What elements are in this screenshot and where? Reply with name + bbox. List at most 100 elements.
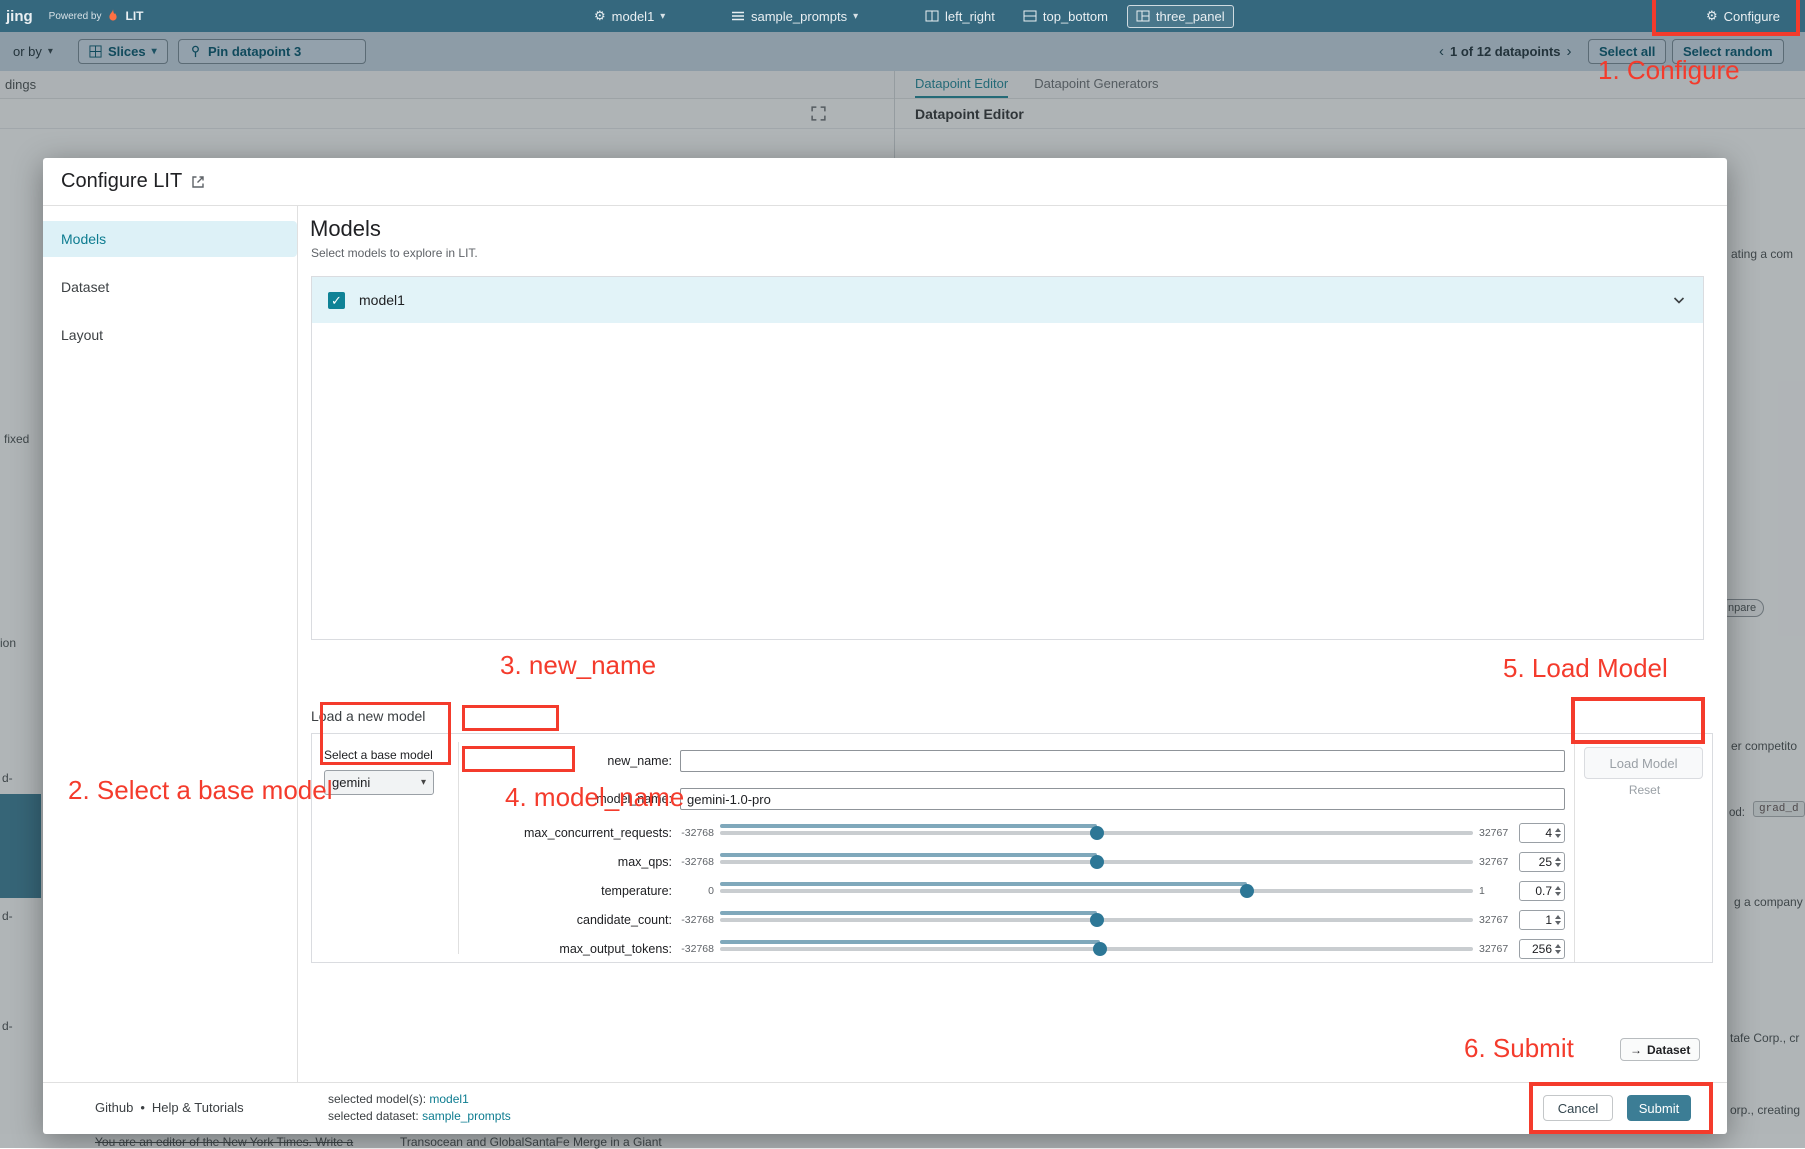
slider-thumb[interactable] xyxy=(1090,855,1104,869)
app-title-fragment: jing xyxy=(6,8,33,25)
slider-thumb[interactable] xyxy=(1090,913,1104,927)
chevron-down-icon[interactable] xyxy=(1671,292,1687,308)
slider-thumb[interactable] xyxy=(1240,884,1254,898)
nav-item-layout[interactable]: Layout xyxy=(43,317,297,353)
slider-max-label: 32767 xyxy=(1479,856,1513,868)
model-name-input[interactable] xyxy=(680,788,1565,810)
max-output-tokens-stepper[interactable]: 256 xyxy=(1519,939,1565,959)
chevron-down-icon: ▾ xyxy=(660,11,665,22)
slider-fill xyxy=(720,940,1100,944)
base-model-label: Select a base model xyxy=(324,748,454,762)
configure-button[interactable]: ⚙ Configure xyxy=(1697,4,1789,28)
layout-tab-label: left_right xyxy=(945,9,995,24)
temperature-slider[interactable] xyxy=(720,882,1473,900)
form-divider xyxy=(458,742,459,954)
dialog-title: Configure LIT xyxy=(61,170,182,193)
stepper-value: 4 xyxy=(1545,826,1552,840)
reset-button[interactable]: Reset xyxy=(1575,783,1714,797)
slider-thumb[interactable] xyxy=(1093,942,1107,956)
base-model-value: gemini xyxy=(332,775,370,790)
max-concurrent-requests-slider[interactable] xyxy=(720,824,1473,842)
annotation-label-4: 4. model_name xyxy=(505,782,684,813)
slider-fill xyxy=(720,853,1097,857)
dialog-header: Configure LIT xyxy=(43,158,1727,206)
slider-max-label: 32767 xyxy=(1479,914,1513,926)
layout-top-bottom-icon xyxy=(1023,9,1037,23)
model-selector[interactable]: ⚙ model1 ▾ xyxy=(585,4,674,28)
candidate-count-label: candidate_count: xyxy=(467,913,672,927)
cancel-button[interactable]: Cancel xyxy=(1543,1095,1613,1121)
layout-tab-three-panel[interactable]: three_panel xyxy=(1127,5,1234,28)
load-model-form: Select a base model gemini ▾ new_name: m… xyxy=(311,733,1713,963)
chevron-down-icon: ▾ xyxy=(853,11,858,22)
form-row-temperature: temperature: 0 1 0.7 xyxy=(467,876,1565,905)
lit-label: LIT xyxy=(125,9,143,23)
open-in-new-icon[interactable] xyxy=(190,174,206,190)
stepper-arrows-icon[interactable] xyxy=(1555,886,1561,896)
slider-thumb[interactable] xyxy=(1090,826,1104,840)
slider-min-label: -32768 xyxy=(680,827,714,839)
dataset-selector[interactable]: sample_prompts ▾ xyxy=(722,5,867,28)
max-qps-stepper[interactable]: 25 xyxy=(1519,852,1565,872)
prev-datapoint-button[interactable]: ‹ xyxy=(1437,43,1446,60)
app-branding: jing Powered by LIT xyxy=(6,0,143,32)
candidate-count-stepper[interactable]: 1 xyxy=(1519,910,1565,930)
help-tutorials-link[interactable]: Help & Tutorials xyxy=(152,1100,244,1115)
form-row-max-concurrent-requests: max_concurrent_requests: -32768 32767 4 xyxy=(467,818,1565,847)
model-selector-label: model1 xyxy=(612,9,655,24)
layout-three-panel-icon xyxy=(1136,9,1150,23)
model-checkbox[interactable]: ✓ xyxy=(328,292,345,309)
base-model-group: Select a base model gemini ▾ xyxy=(324,748,454,795)
load-model-button[interactable]: Load Model xyxy=(1584,747,1703,779)
slices-button[interactable]: Slices ▾ xyxy=(78,39,168,64)
color-by-selector[interactable]: or by ▾ xyxy=(4,40,62,63)
slider-max-label: 32767 xyxy=(1479,943,1513,955)
base-model-select[interactable]: gemini ▾ xyxy=(324,770,434,795)
stepper-arrows-icon[interactable] xyxy=(1555,944,1561,954)
dialog-footer: Github • Help & Tutorials selected model… xyxy=(43,1082,1727,1134)
max-concurrent-requests-stepper[interactable]: 4 xyxy=(1519,823,1565,843)
submit-button[interactable]: Submit xyxy=(1627,1095,1691,1121)
slider-track xyxy=(720,889,1473,893)
nav-item-label: Layout xyxy=(61,327,103,343)
form-row-max-qps: max_qps: -32768 32767 25 xyxy=(467,847,1565,876)
chevron-down-icon: ▾ xyxy=(48,46,53,57)
stepper-arrows-icon[interactable] xyxy=(1555,857,1561,867)
nav-item-dataset[interactable]: Dataset xyxy=(43,269,297,305)
layout-left-right-icon xyxy=(925,9,939,23)
layout-tab-top-bottom[interactable]: top_bottom xyxy=(1014,5,1117,28)
slider-max-label: 32767 xyxy=(1479,827,1513,839)
max-qps-slider[interactable] xyxy=(720,853,1473,871)
temperature-label: temperature: xyxy=(467,884,672,898)
selected-dataset-value[interactable]: sample_prompts xyxy=(422,1109,511,1123)
nav-item-models[interactable]: Models xyxy=(43,221,297,257)
configure-button-label: Configure xyxy=(1724,9,1780,24)
max-output-tokens-slider[interactable] xyxy=(720,940,1473,958)
layout-tab-left-right[interactable]: left_right xyxy=(916,5,1004,28)
candidate-count-slider[interactable] xyxy=(720,911,1473,929)
next-datapoint-button[interactable]: › xyxy=(1565,43,1574,60)
selection-toolbar: or by ▾ Slices ▾ Pin datapoint 3 ‹ 1 of … xyxy=(0,32,1805,71)
max-concurrent-requests-label: max_concurrent_requests: xyxy=(467,826,672,840)
pin-datapoint-button[interactable]: Pin datapoint 3 xyxy=(178,39,366,64)
max-qps-label: max_qps: xyxy=(467,855,672,869)
dot-separator: • xyxy=(140,1100,145,1115)
color-by-label: or by xyxy=(13,44,42,59)
model-row-model1[interactable]: ✓ model1 xyxy=(312,277,1703,323)
stepper-arrows-icon[interactable] xyxy=(1555,828,1561,838)
stepper-arrows-icon[interactable] xyxy=(1555,915,1561,925)
slider-max-label: 1 xyxy=(1479,885,1513,897)
new-name-input[interactable] xyxy=(680,750,1565,772)
lit-flame-icon xyxy=(107,9,119,23)
stepper-value: 1 xyxy=(1545,913,1552,927)
goto-dataset-button[interactable]: → Dataset xyxy=(1620,1038,1700,1061)
top-app-bar: jing Powered by LIT ⚙ model1 ▾ sample_pr… xyxy=(0,0,1805,32)
github-link[interactable]: Github xyxy=(95,1100,133,1115)
temperature-stepper[interactable]: 0.7 xyxy=(1519,881,1565,901)
powered-by-label: Powered by xyxy=(49,11,102,22)
slices-button-label: Slices xyxy=(108,44,146,59)
footer-links: Github • Help & Tutorials xyxy=(95,1100,244,1115)
slider-fill xyxy=(720,911,1097,915)
selected-models-value[interactable]: model1 xyxy=(429,1092,468,1106)
dialog-content: Models Select models to explore in LIT. … xyxy=(298,206,1727,1082)
